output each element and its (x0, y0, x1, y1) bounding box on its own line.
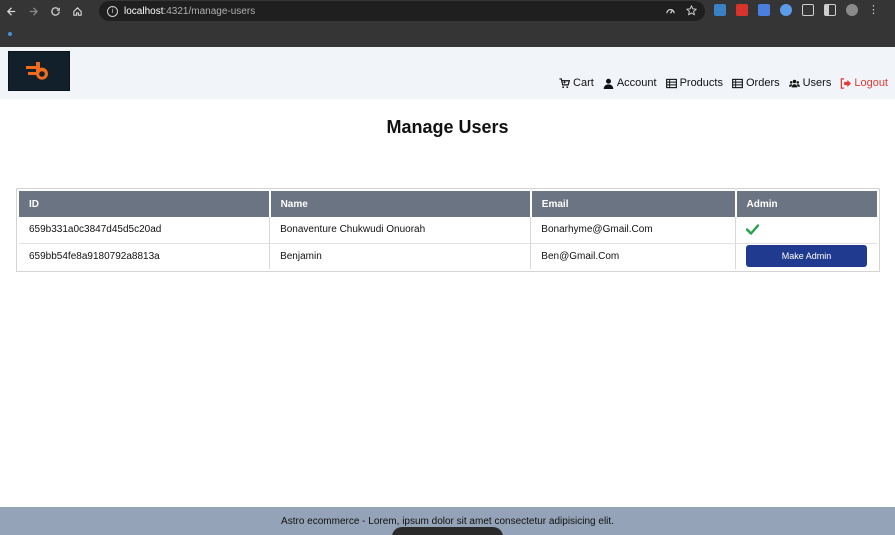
table-row: 659b331a0c3847d45d5c20ad Bonaventure Chu… (19, 217, 877, 244)
cell-name: Benjamin (269, 243, 532, 269)
main-content: Manage Users ID Name Email Admin 659b331… (0, 99, 895, 507)
extension-translate-icon[interactable] (758, 4, 770, 16)
column-header-id: ID (19, 191, 271, 217)
profile-avatar-icon[interactable] (846, 4, 858, 16)
back-icon[interactable] (0, 0, 22, 22)
reload-icon[interactable] (44, 0, 66, 22)
column-header-name: Name (269, 191, 532, 217)
nav-products[interactable]: Products (665, 77, 723, 89)
cell-id: 659b331a0c3847d45d5c20ad (19, 217, 271, 244)
user-icon (603, 78, 614, 89)
logo-icon (26, 62, 48, 80)
bookmark-bar (0, 22, 895, 47)
brand-logo[interactable] (8, 51, 70, 91)
nav-orders[interactable]: Orders (732, 77, 780, 89)
address-bar[interactable]: i localhost:4321/manage-users (99, 1, 705, 21)
cart-icon (559, 77, 571, 88)
extension-wrench-icon[interactable] (780, 4, 792, 16)
nav-users[interactable]: Users (788, 77, 832, 89)
nav-orders-label: Orders (745, 77, 780, 89)
table-list-icon (665, 78, 677, 88)
speed-gauge-icon[interactable] (665, 5, 676, 16)
users-table-container: ID Name Email Admin 659b331a0c3847d45d5c… (16, 188, 880, 272)
column-header-admin: Admin (735, 191, 877, 217)
nav-products-label: Products (679, 77, 723, 89)
cell-admin: Make Admin (736, 243, 878, 269)
home-icon[interactable] (66, 0, 88, 22)
nav-logout-label: Logout (854, 77, 888, 89)
browser-toolbar: i localhost:4321/manage-users ⋮ (0, 0, 895, 22)
main-nav: Cart Account Products Orders Users Logou… (559, 77, 888, 89)
extensions-area: ⋮ (714, 4, 879, 16)
site-info-icon[interactable]: i (107, 5, 118, 17)
cell-admin (735, 217, 877, 244)
forward-icon[interactable] (22, 0, 44, 22)
nav-cart[interactable]: Cart (559, 77, 594, 89)
extension-red-icon[interactable] (736, 4, 748, 16)
nav-cart-label: Cart (573, 77, 594, 89)
users-group-icon (788, 79, 800, 87)
nav-users-label: Users (802, 77, 832, 89)
menu-kebab-icon[interactable]: ⋮ (868, 4, 879, 16)
bookmark-icon[interactable] (8, 32, 12, 36)
bookmark-star-icon[interactable] (686, 5, 697, 16)
nav-logout[interactable]: Logout (840, 77, 888, 89)
cell-email: Bonarhyme@Gmail.Com (530, 217, 736, 244)
table-row: 659bb54fe8a9180792a8813a Benjamin Ben@Gm… (19, 243, 877, 269)
check-icon (746, 224, 867, 235)
cell-email: Ben@Gmail.Com (530, 243, 736, 269)
logout-icon (841, 77, 852, 89)
cell-id: 659bb54fe8a9180792a8813a (19, 243, 271, 269)
table-header-row: ID Name Email Admin (19, 191, 877, 217)
table-list-icon (732, 78, 743, 88)
app-header: Cart Account Products Orders Users Logou… (0, 47, 895, 99)
floating-toolbar-overlay (392, 527, 503, 535)
footer: Astro ecommerce - Lorem, ipsum dolor sit… (0, 507, 895, 535)
column-header-email: Email (530, 191, 737, 217)
extensions-puzzle-icon[interactable] (802, 4, 814, 16)
make-admin-button[interactable]: Make Admin (746, 245, 867, 268)
cell-name: Bonaventure Chukwudi Onuorah (269, 217, 532, 244)
page-title: Manage Users (386, 117, 509, 137)
footer-text: Astro ecommerce - Lorem, ipsum dolor sit… (281, 515, 614, 527)
users-table: ID Name Email Admin 659b331a0c3847d45d5c… (19, 191, 877, 269)
nav-account-label: Account (616, 77, 657, 89)
nav-account[interactable]: Account (603, 77, 657, 89)
url-path: :4321/manage-users (163, 5, 256, 17)
extension-blue-icon[interactable] (714, 4, 726, 16)
url-host: localhost (124, 5, 164, 17)
side-panel-icon[interactable] (824, 4, 836, 16)
